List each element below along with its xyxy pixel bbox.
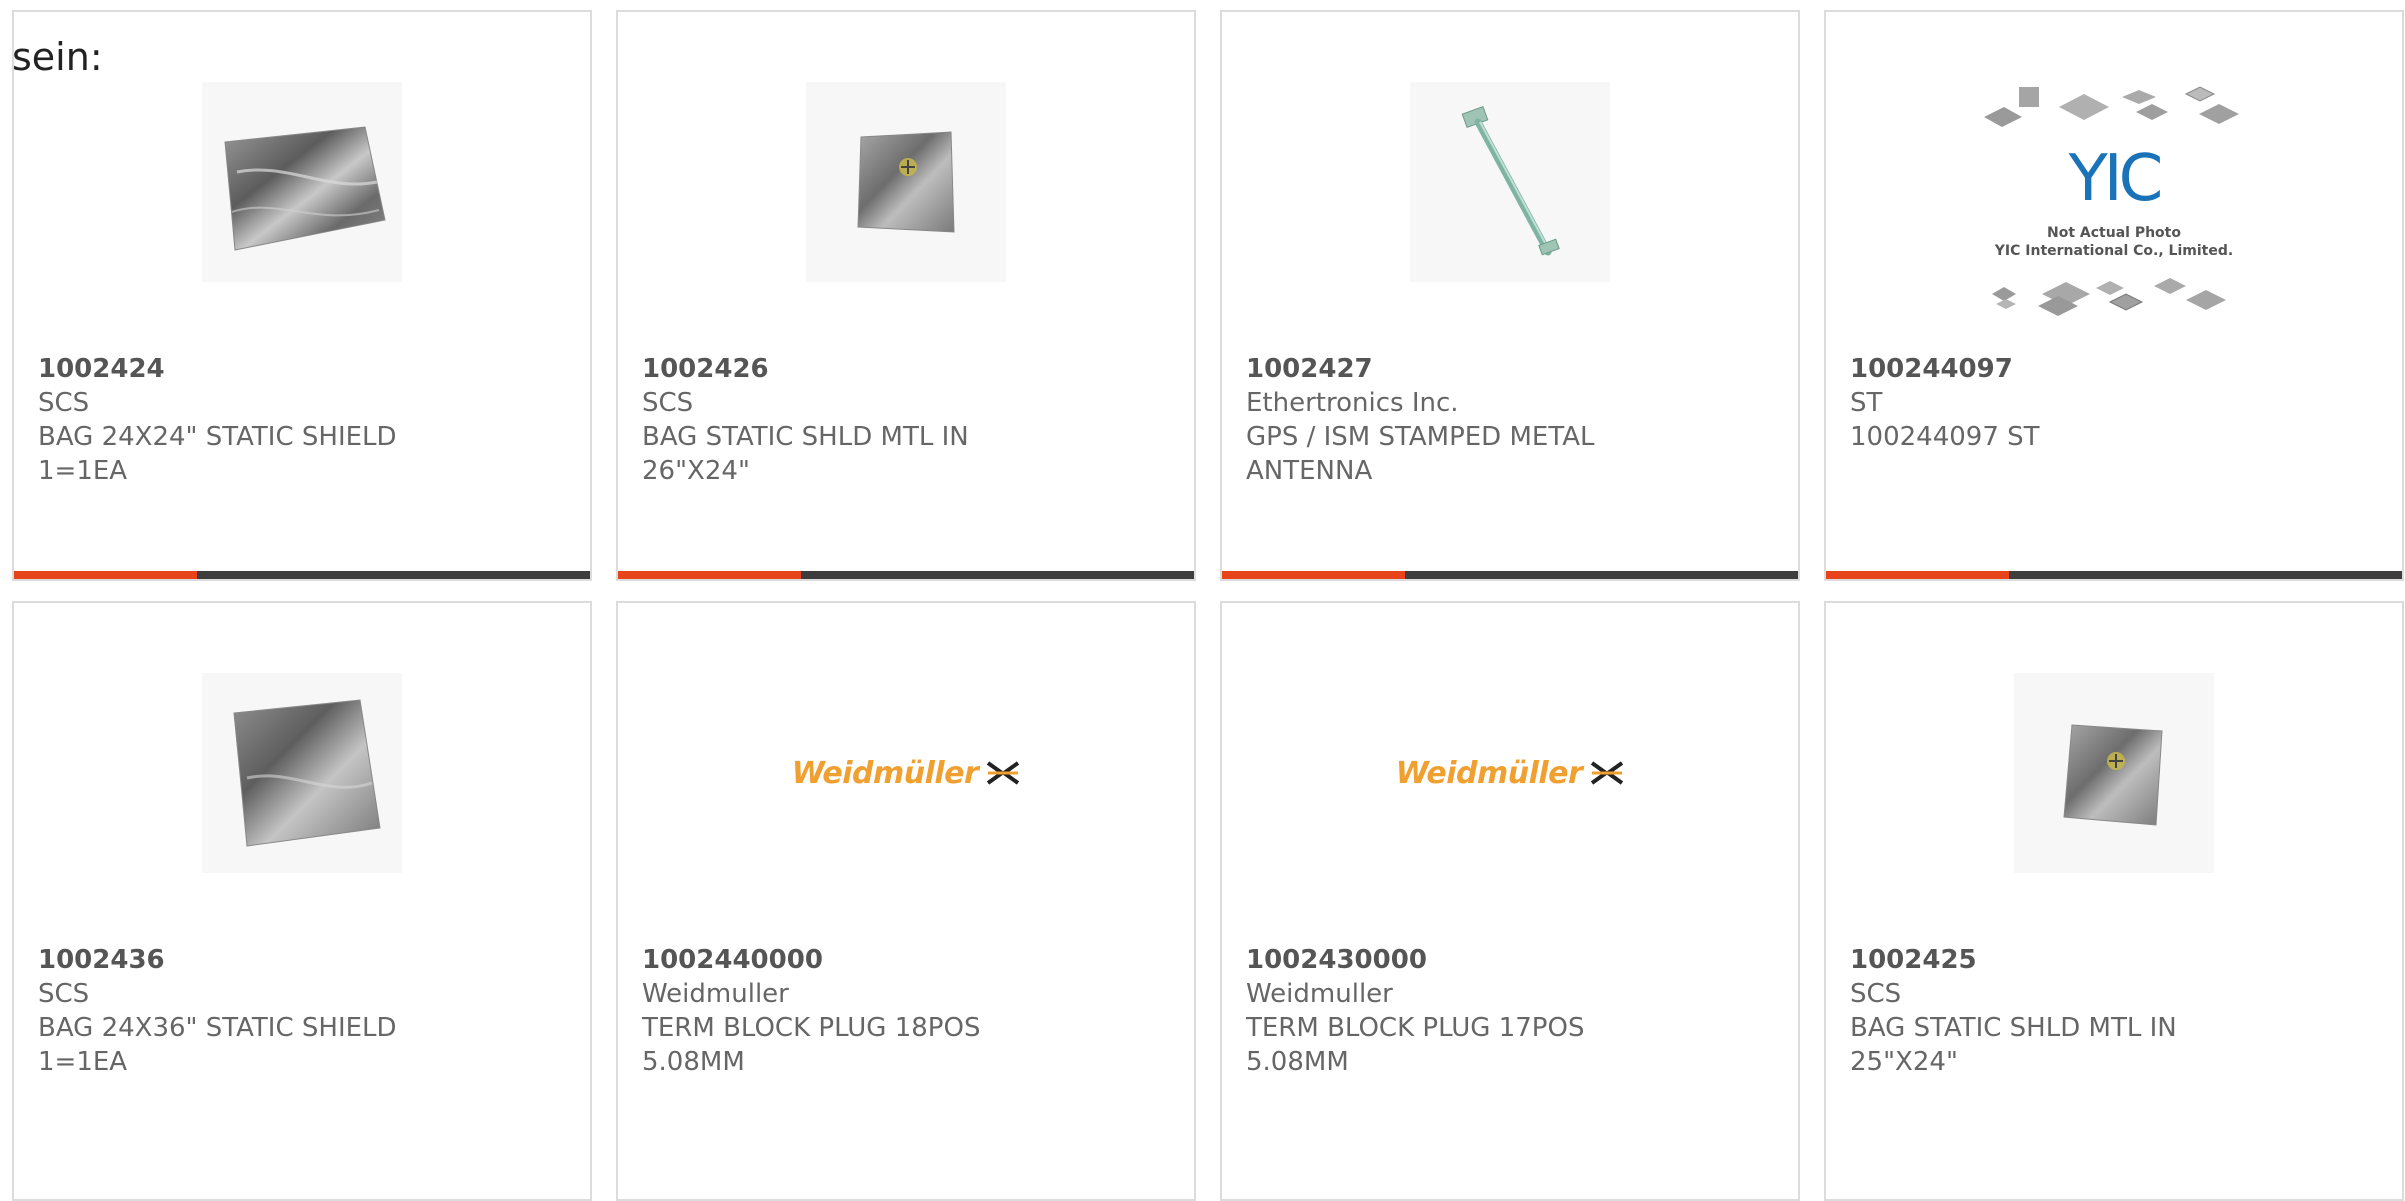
- part-number[interactable]: 1002436: [38, 943, 570, 977]
- product-card[interactable]: Weidmüller 1002440000 Weidmuller TERM BL…: [616, 601, 1196, 1201]
- logo-text: Weidmüller: [1395, 755, 1583, 791]
- weidmuller-mark-icon: [987, 761, 1020, 785]
- description-line: 100244097 ST: [1850, 422, 2040, 452]
- manufacturer: ST: [1850, 388, 1883, 418]
- description-line: BAG STATIC SHLD MTL IN: [1850, 1013, 2177, 1043]
- product-card[interactable]: 1002427 Ethertronics Inc. GPS / ISM STAM…: [1220, 10, 1800, 581]
- image-caption: Not Actual Photo: [2047, 225, 2181, 241]
- description-line: BAG 24X24" STATIC SHIELD: [38, 422, 397, 452]
- description-line: 5.08MM: [642, 1047, 745, 1077]
- product-image[interactable]: [1222, 82, 1798, 282]
- product-card[interactable]: Weidmüller 1002430000 Weidmuller TERM BL…: [1220, 601, 1800, 1201]
- product-card[interactable]: 1002424 SCS BAG 24X24" STATIC SHIELD 1=1…: [12, 10, 592, 581]
- description-line: 26"X24": [642, 456, 750, 486]
- description-line: TERM BLOCK PLUG 17POS: [1246, 1013, 1585, 1043]
- description-line: TERM BLOCK PLUG 18POS: [642, 1013, 981, 1043]
- weidmuller-mark-icon: [1591, 761, 1624, 785]
- product-image[interactable]: Weidmüller: [618, 673, 1194, 873]
- manufacturer: SCS: [1850, 979, 1902, 1009]
- image-caption: YIC International Co., Limited.: [1994, 243, 2234, 259]
- section-label: sein:: [12, 35, 103, 79]
- description-line: GPS / ISM STAMPED METAL: [1246, 422, 1595, 452]
- description-line: 25"X24": [1850, 1047, 1958, 1077]
- description-line: ANTENNA: [1246, 456, 1373, 486]
- logo-text: Weidmüller: [791, 755, 979, 791]
- chip-packages-icon: [1984, 86, 2239, 127]
- product-image[interactable]: [1826, 673, 2402, 873]
- product-grid: 1002424 SCS BAG 24X24" STATIC SHIELD 1=1…: [12, 10, 2405, 1201]
- static-shield-bag-icon: [2063, 724, 2163, 826]
- static-shield-bag-icon: [857, 131, 955, 233]
- card-bottom-bar: [1222, 571, 1798, 579]
- accent-strip: [1222, 571, 1405, 579]
- chip-packages-icon: [1992, 278, 2226, 316]
- part-number[interactable]: 1002424: [38, 352, 570, 386]
- accent-strip: [618, 571, 801, 579]
- yic-placeholder-image: YIC Not Actual Photo YIC International C…: [1974, 82, 2254, 322]
- manufacturer: Ethertronics Inc.: [1246, 388, 1459, 418]
- card-bottom-bar: [618, 571, 1194, 579]
- static-shield-bag-icon: [233, 699, 381, 847]
- weidmuller-logo: Weidmüller: [1396, 756, 1625, 791]
- stamped-antenna-icon: [1461, 106, 1560, 256]
- accent-strip: [14, 571, 197, 579]
- product-image[interactable]: [14, 673, 590, 873]
- accent-strip: [1826, 571, 2009, 579]
- description-line: 1=1EA: [38, 456, 128, 486]
- static-shield-bag-icon: [224, 126, 386, 251]
- product-card[interactable]: 1002426 SCS BAG STATIC SHLD MTL IN 26"X2…: [616, 10, 1196, 581]
- product-card[interactable]: 1002425 SCS BAG STATIC SHLD MTL IN 25"X2…: [1824, 601, 2404, 1201]
- part-number[interactable]: 1002427: [1246, 352, 1778, 386]
- description-line: 5.08MM: [1246, 1047, 1349, 1077]
- description-line: BAG STATIC SHLD MTL IN: [642, 422, 969, 452]
- weidmuller-logo: Weidmüller: [792, 756, 1021, 791]
- manufacturer: SCS: [38, 388, 90, 418]
- part-number[interactable]: 1002426: [642, 352, 1174, 386]
- product-image[interactable]: YIC Not Actual Photo YIC International C…: [1826, 86, 2402, 316]
- part-number[interactable]: 1002430000: [1246, 943, 1778, 977]
- product-card[interactable]: YIC Not Actual Photo YIC International C…: [1824, 10, 2404, 581]
- manufacturer: Weidmuller: [1246, 979, 1393, 1009]
- product-image[interactable]: [14, 82, 590, 282]
- yic-logo: YIC: [2068, 142, 2164, 216]
- description-line: 1=1EA: [38, 1047, 128, 1077]
- part-number[interactable]: 1002440000: [642, 943, 1174, 977]
- manufacturer: SCS: [642, 388, 694, 418]
- manufacturer: SCS: [38, 979, 90, 1009]
- product-image[interactable]: [618, 82, 1194, 282]
- description-line: BAG 24X36" STATIC SHIELD: [38, 1013, 397, 1043]
- part-number[interactable]: 100244097: [1850, 352, 2382, 386]
- manufacturer: Weidmuller: [642, 979, 789, 1009]
- part-number[interactable]: 1002425: [1850, 943, 2382, 977]
- product-image[interactable]: Weidmüller: [1222, 673, 1798, 873]
- card-bottom-bar: [14, 571, 590, 579]
- product-card[interactable]: 1002436 SCS BAG 24X36" STATIC SHIELD 1=1…: [12, 601, 592, 1201]
- card-bottom-bar: [1826, 571, 2402, 579]
